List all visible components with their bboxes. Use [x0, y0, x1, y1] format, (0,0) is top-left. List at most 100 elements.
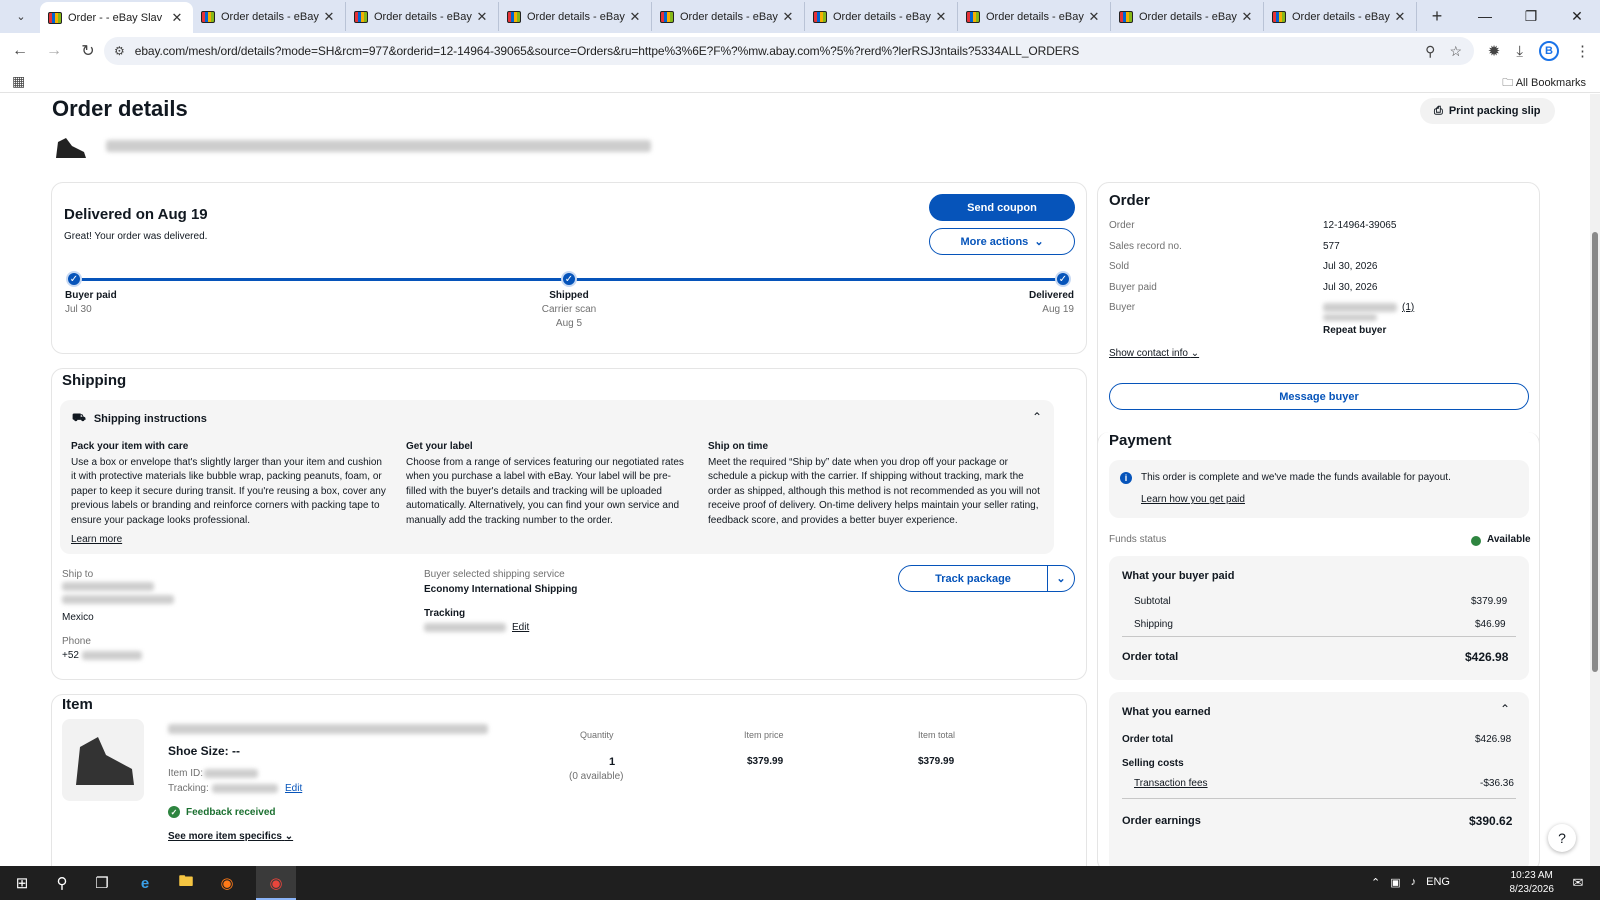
transaction-fees-link[interactable]: Transaction fees: [1134, 778, 1208, 789]
download-icon[interactable]: ⤓: [1516, 43, 1523, 60]
close-icon[interactable]: ✕: [780, 9, 796, 25]
notifications-icon[interactable]: ✉: [1566, 871, 1590, 895]
ship-to-country: Mexico: [62, 612, 94, 623]
sales-record-label: Sales record no.: [1109, 241, 1182, 252]
search-icon[interactable]: ⚲: [50, 871, 74, 895]
close-icon[interactable]: ✕: [933, 9, 949, 25]
tab-search-chevron-icon[interactable]: ⌄: [6, 4, 36, 28]
task-view-icon[interactable]: ❐: [90, 871, 114, 895]
close-icon[interactable]: ✕: [627, 9, 643, 25]
browser-tab[interactable]: Order details - eBay ✕: [499, 2, 652, 31]
step-label: Delivered: [1028, 290, 1074, 301]
earned-order-total-label: Order total: [1122, 734, 1174, 745]
new-tab-plus-icon[interactable]: +: [1423, 4, 1451, 28]
delivery-message: Great! Your order was delivered.: [64, 231, 208, 242]
chrome-icon[interactable]: ◉: [264, 871, 288, 895]
scrollbar-thumb[interactable]: [1592, 232, 1598, 672]
close-icon[interactable]: ✕: [474, 9, 490, 25]
site-settings-icon[interactable]: ⚙: [114, 44, 125, 58]
step-delivered: Delivered Aug 19: [1000, 289, 1074, 317]
volume-icon[interactable]: ♪: [1411, 876, 1417, 889]
learn-more-link[interactable]: Learn more: [71, 534, 122, 545]
extensions-icon[interactable]: ✹: [1488, 42, 1501, 60]
all-bookmarks-label: All Bookmarks: [1515, 77, 1586, 89]
zoom-icon[interactable]: ⚲: [1425, 43, 1435, 60]
instruction-text: Choose from a range of services featurin…: [406, 456, 684, 526]
clock-date: 8/23/2026: [1509, 884, 1555, 895]
quantity-value: 1: [609, 756, 616, 768]
file-explorer-icon[interactable]: 🖿: [174, 871, 198, 895]
redacted-product-title: [106, 140, 651, 152]
taskbar-clock[interactable]: 10:23 AM 8/23/2026: [1510, 869, 1555, 897]
chevron-up-icon[interactable]: ⌃: [1032, 410, 1042, 424]
item-image[interactable]: [62, 719, 144, 801]
more-actions-button[interactable]: More actions ⌄: [929, 228, 1075, 255]
windows-start-icon[interactable]: ⊞: [10, 871, 34, 895]
track-package-dropdown[interactable]: ⌄: [1047, 565, 1075, 592]
help-question-icon[interactable]: ?: [1548, 824, 1576, 852]
window-close-icon[interactable]: ✕: [1554, 0, 1600, 32]
bookmark-star-icon[interactable]: ☆: [1449, 43, 1462, 60]
apps-grid-icon[interactable]: ▦: [12, 73, 25, 90]
browser-tab[interactable]: Order details - eBay ✕: [346, 2, 499, 31]
check-circle-icon: ✓: [168, 806, 180, 818]
instruction-title: Pack your item with care: [71, 441, 189, 452]
print-packing-slip-button[interactable]: ⎙ Print packing slip: [1420, 98, 1555, 124]
address-bar[interactable]: ⚙ ebay.com/mesh/ord/details?mode=SH&rcm=…: [104, 37, 1474, 65]
ebay-favicon-icon: [813, 10, 827, 23]
language-indicator[interactable]: ENG: [1426, 876, 1450, 889]
restore-icon[interactable]: ❐: [1508, 0, 1554, 32]
browser-tab[interactable]: Order details - eBay ✕: [1264, 2, 1417, 31]
browser-tab[interactable]: Order details - eBay ✕: [805, 2, 958, 31]
shipping-instructions-header[interactable]: ⛟ Shipping instructions: [72, 412, 207, 426]
message-buyer-button[interactable]: Message buyer: [1109, 383, 1529, 410]
browser-tab[interactable]: Order details - eBay ✕: [652, 2, 805, 31]
minimize-icon[interactable]: —: [1462, 0, 1508, 32]
reload-icon[interactable]: ↻: [74, 37, 102, 65]
see-more-specifics-link[interactable]: See more item specifics ⌄: [168, 831, 293, 842]
edit-tracking-link[interactable]: Edit: [285, 783, 302, 794]
chevron-up-icon[interactable]: ⌃: [1500, 702, 1510, 716]
tray-chevron-up-icon[interactable]: ⌃: [1371, 876, 1380, 889]
close-icon[interactable]: ✕: [1392, 9, 1408, 25]
browser-tab[interactable]: Order - - eBay Slav ✕: [40, 2, 193, 33]
edge-browser-icon[interactable]: e: [133, 871, 157, 895]
learn-how-paid-link[interactable]: Learn how you get paid: [1141, 494, 1245, 505]
firefox-icon[interactable]: ◉: [215, 871, 239, 895]
network-icon[interactable]: ▣: [1390, 876, 1400, 889]
order-title: Order: [1109, 192, 1150, 209]
close-icon[interactable]: ✕: [321, 9, 337, 25]
browser-menu-icon[interactable]: ⋮: [1575, 42, 1590, 60]
selling-costs-label: Selling costs: [1122, 758, 1184, 769]
product-thumbnail[interactable]: [52, 132, 88, 162]
step-label: Buyer paid: [65, 290, 117, 301]
all-bookmarks[interactable]: 🗀 All Bookmarks: [1502, 74, 1586, 93]
close-icon[interactable]: ✕: [169, 10, 185, 26]
chevron-down-icon: ⌄: [1190, 348, 1200, 359]
step-date: Aug 5: [555, 318, 583, 329]
instructions-title: Shipping instructions: [93, 413, 207, 425]
instruction-title: Get your label: [406, 441, 473, 452]
tab-title: Order - - eBay Slav: [68, 11, 163, 24]
browser-tab[interactable]: Order details - eBay ✕: [193, 2, 346, 31]
redacted-item-id: [204, 769, 258, 778]
browser-tab[interactable]: Order details - eBay ✕: [958, 2, 1111, 31]
edit-tracking-link[interactable]: Edit: [512, 622, 529, 633]
check-icon: ✓: [561, 271, 577, 287]
close-icon[interactable]: ✕: [1239, 9, 1255, 25]
step-date: Jul 30: [65, 304, 92, 315]
back-arrow-icon[interactable]: ←: [6, 37, 34, 65]
buyer-label: Buyer: [1109, 302, 1136, 313]
show-contact-info-link[interactable]: Show contact info ⌄: [1109, 348, 1199, 359]
more-actions-label: More actions: [960, 235, 1029, 248]
buyer-feedback-count-link[interactable]: (1): [1402, 302, 1414, 313]
order-total-label: Order total: [1122, 651, 1179, 663]
forward-arrow-icon[interactable]: →: [40, 37, 68, 65]
quantity-header: Quantity: [580, 730, 614, 740]
track-package-button[interactable]: Track package: [898, 565, 1048, 592]
browser-tab[interactable]: Order details - eBay ✕: [1111, 2, 1264, 31]
profile-avatar-icon[interactable]: B: [1539, 41, 1559, 61]
close-icon[interactable]: ✕: [1086, 9, 1102, 25]
send-coupon-button[interactable]: Send coupon: [929, 194, 1075, 221]
page-scrollbar[interactable]: [1590, 94, 1600, 866]
